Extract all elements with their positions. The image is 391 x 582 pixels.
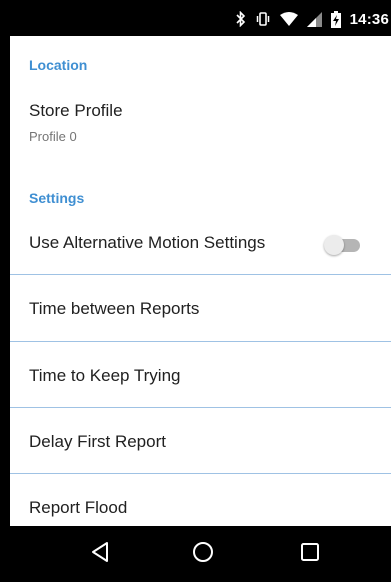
store-profile-summary: Profile 0 xyxy=(29,129,77,144)
location-category-header: Location xyxy=(29,57,88,73)
time-between-reports-title: Time between Reports xyxy=(29,299,200,318)
time-to-keep-trying-item[interactable]: Time to Keep Trying xyxy=(10,342,391,407)
alternative-motion-toggle[interactable] xyxy=(324,235,362,255)
vibrate-icon xyxy=(255,11,271,27)
wifi-icon xyxy=(279,11,298,27)
home-button[interactable] xyxy=(173,526,233,582)
store-profile-item[interactable]: Store Profile Profile 0 xyxy=(10,92,391,158)
phone-screen: 14:36 Location Store Profile Profile 0 S… xyxy=(0,0,391,582)
status-bar: 14:36 xyxy=(10,0,391,36)
recents-icon xyxy=(300,542,320,567)
home-icon xyxy=(192,541,214,568)
delay-first-report-title: Delay First Report xyxy=(29,432,166,451)
navigation-bar xyxy=(10,526,391,582)
delay-first-report-item[interactable]: Delay First Report xyxy=(10,408,391,473)
report-flood-item[interactable]: Report Flood xyxy=(10,474,391,526)
toggle-thumb xyxy=(324,235,344,255)
bluetooth-icon xyxy=(236,11,246,27)
settings-category-header: Settings xyxy=(29,190,85,206)
settings-list[interactable]: Location Store Profile Profile 0 Setting… xyxy=(10,36,391,526)
battery-charging-icon xyxy=(330,10,341,28)
cell-signal-icon xyxy=(306,11,322,27)
store-profile-title: Store Profile xyxy=(29,101,123,120)
use-alternative-motion-settings-title: Use Alternative Motion Settings xyxy=(29,233,266,252)
status-time: 14:36 xyxy=(349,10,389,28)
time-to-keep-trying-title: Time to Keep Trying xyxy=(29,366,181,385)
back-button[interactable] xyxy=(70,526,130,582)
recents-button[interactable] xyxy=(280,526,340,582)
time-between-reports-item[interactable]: Time between Reports xyxy=(10,275,391,341)
report-flood-title: Report Flood xyxy=(29,498,128,517)
status-icons: 14:36 xyxy=(236,8,389,30)
back-icon xyxy=(90,541,110,568)
